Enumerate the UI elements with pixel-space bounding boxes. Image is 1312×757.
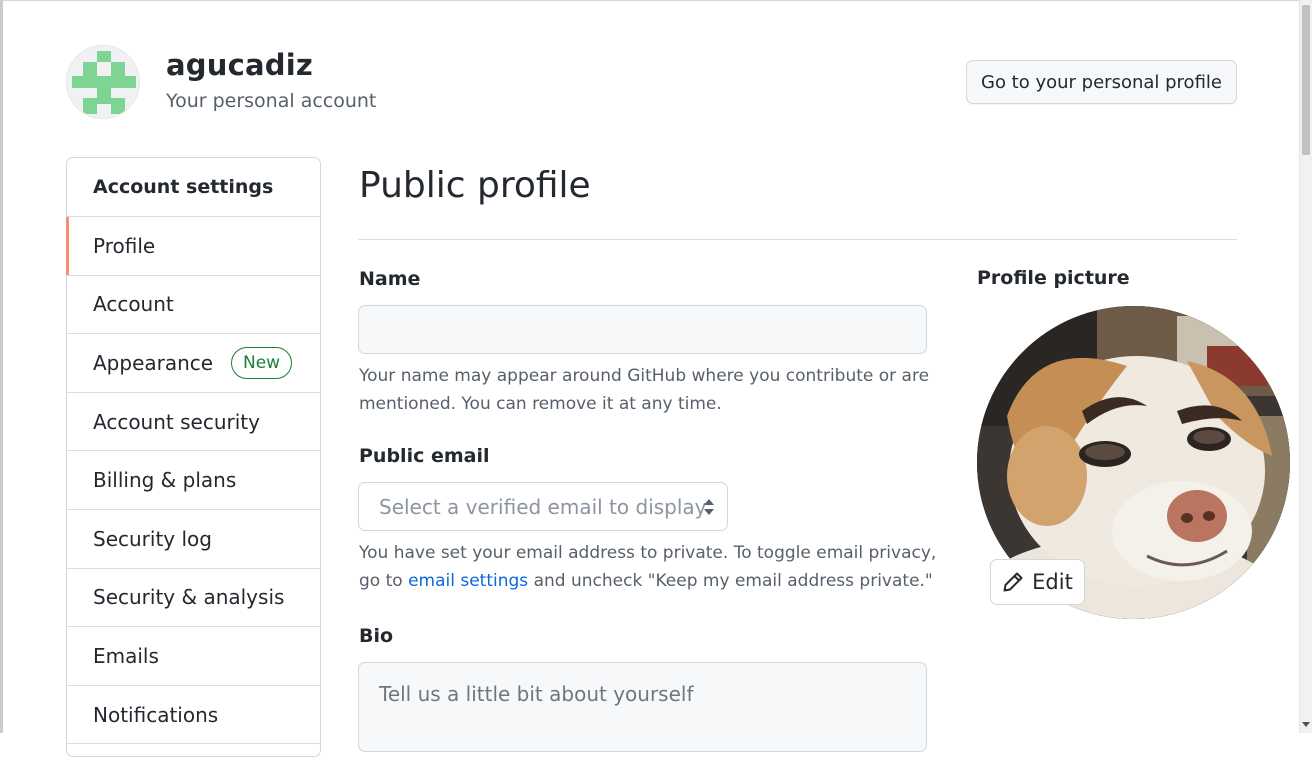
pencil-icon <box>1003 572 1023 592</box>
name-input[interactable] <box>358 305 927 354</box>
scrollbar-thumb[interactable] <box>1302 5 1310 155</box>
account-username: agucadiz <box>166 48 313 82</box>
name-note: Your name may appear around GitHub where… <box>359 366 930 414</box>
sidebar-item-label: Security log <box>93 526 212 551</box>
bio-placeholder: Tell us a little bit about yourself <box>379 682 694 706</box>
sidebar-item-label: Appearance <box>93 350 214 375</box>
sidebar-item-label: Account <box>93 292 174 317</box>
bio-textarea[interactable]: Tell us a little bit about yourself <box>358 662 927 752</box>
sidebar-item-label: Notifications <box>93 702 219 727</box>
scroll-down-arrow-icon[interactable] <box>1302 722 1310 727</box>
new-badge: New <box>231 347 293 380</box>
sidebar-item-label: Account security <box>93 409 260 434</box>
bio-label: Bio <box>359 625 394 647</box>
vertical-scrollbar[interactable] <box>1299 0 1312 733</box>
sidebar-item-billing[interactable]: Billing & plans <box>67 451 320 510</box>
public-email-note-text-end: and uncheck "Keep my email address priva… <box>528 571 933 591</box>
sidebar-item-label: Security & analysis <box>93 585 285 610</box>
account-subtitle: Your personal account <box>166 90 377 112</box>
public-email-label: Public email <box>359 445 490 467</box>
page-title: Public profile <box>359 165 591 206</box>
sidebar-item-label: Emails <box>93 643 159 668</box>
public-email-note: You have set your email address to priva… <box>359 539 939 595</box>
sidebar-item-profile[interactable]: Profile <box>66 217 320 276</box>
sidebar-item-account-security[interactable]: Account security <box>67 393 320 452</box>
edit-profile-picture-button[interactable]: Edit <box>990 559 1085 605</box>
sidebar-item-appearance[interactable]: Appearance New <box>67 334 320 393</box>
sidebar-item-label: Profile <box>93 233 156 258</box>
settings-sidebar: Account settings Profile Account Appeara… <box>66 157 321 757</box>
sidebar-heading: Account settings <box>67 158 320 217</box>
sidebar-item-notifications[interactable]: Notifications <box>67 686 320 745</box>
profile-picture-label: Profile picture <box>977 267 1130 289</box>
name-label: Name <box>359 268 421 290</box>
sidebar-item-emails[interactable]: Emails <box>67 627 320 686</box>
public-email-placeholder: Select a verified email to display <box>379 494 707 519</box>
sidebar-item-account[interactable]: Account <box>67 276 320 335</box>
sidebar-item-security-log[interactable]: Security log <box>67 510 320 569</box>
user-avatar[interactable] <box>66 45 140 119</box>
edit-label: Edit <box>1032 570 1073 594</box>
email-settings-link[interactable]: email settings <box>408 571 528 591</box>
title-divider <box>358 239 1237 240</box>
sidebar-item-security-analysis[interactable]: Security & analysis <box>67 569 320 628</box>
public-email-select[interactable]: Select a verified email to display <box>358 482 728 531</box>
select-arrows-icon <box>704 499 714 515</box>
go-to-personal-profile-button[interactable]: Go to your personal profile <box>966 60 1237 104</box>
sidebar-item-label: Billing & plans <box>93 468 237 493</box>
identicon-avatar <box>67 46 139 118</box>
